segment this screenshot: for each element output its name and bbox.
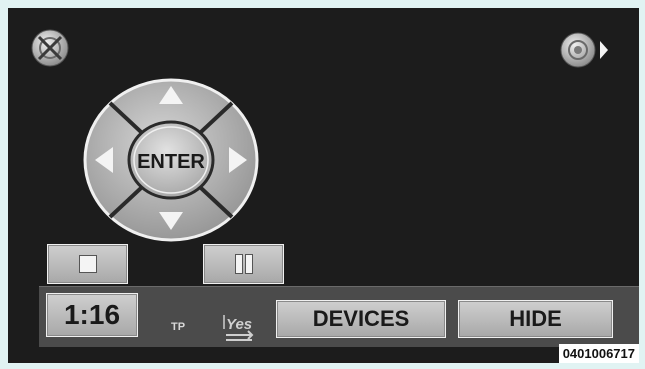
enter-label: ENTER: [137, 151, 205, 173]
audio-source-icon[interactable]: [558, 30, 608, 70]
directional-pad: ENTER: [83, 78, 259, 242]
pause-icon: [235, 255, 252, 273]
stop-button[interactable]: [47, 244, 128, 284]
media-screen: ENTER 1:16 TP Yes DEVICES HIDE: [8, 8, 639, 363]
stop-icon: [79, 256, 96, 272]
hide-button[interactable]: HIDE: [458, 300, 613, 338]
traffic-program-icon: Yes: [223, 315, 254, 341]
close-icon[interactable]: [30, 28, 70, 68]
svg-text:Yes: Yes: [226, 316, 252, 333]
pause-button[interactable]: [203, 244, 284, 284]
devices-button[interactable]: DEVICES: [276, 300, 446, 338]
enter-button[interactable]: ENTER: [127, 120, 215, 200]
image-code-label: 0401006717: [558, 344, 639, 363]
clock-display: 1:16: [46, 293, 138, 337]
tp-label: TP: [171, 321, 186, 333]
